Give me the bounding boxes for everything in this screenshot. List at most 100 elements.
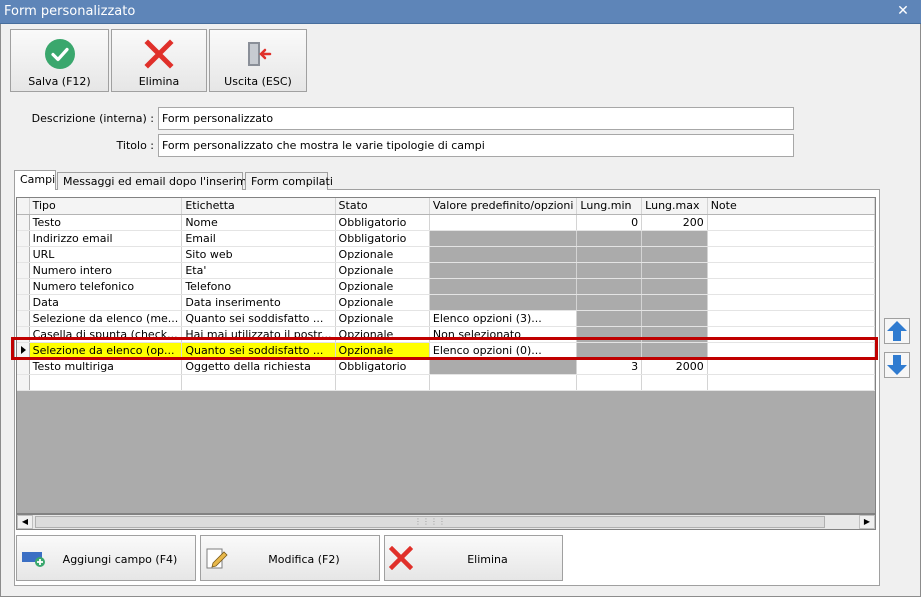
cell-valore[interactable]: Elenco opzioni (0)... xyxy=(429,342,578,359)
column-header[interactable]: Lung.min xyxy=(576,198,643,215)
row-selector[interactable] xyxy=(17,230,30,247)
column-header[interactable]: Lung.max xyxy=(641,198,708,215)
row-selector[interactable] xyxy=(17,310,30,327)
tab-campi[interactable]: Campi xyxy=(14,170,56,190)
table-row-new[interactable] xyxy=(17,374,875,391)
scroll-right-icon[interactable]: ▶ xyxy=(859,515,875,529)
table-row[interactable]: Testo Nome Obbligatorio 0 200 xyxy=(17,214,875,231)
cell-lung-min[interactable] xyxy=(576,374,643,391)
table-row[interactable]: Data Data inserimento Opzionale xyxy=(17,294,875,311)
row-selector[interactable] xyxy=(17,326,30,343)
cell-etichetta[interactable]: Quanto sei soddisfatto ... xyxy=(181,342,336,359)
cell-etichetta[interactable]: Data inserimento xyxy=(181,294,336,311)
column-header[interactable]: Valore predefinito/opzioni xyxy=(429,198,578,215)
cell-tipo[interactable]: Selezione da elenco (me... xyxy=(29,310,183,327)
cell-stato[interactable]: Opzionale xyxy=(335,262,430,279)
cell-valore[interactable] xyxy=(429,214,578,231)
cell-note[interactable] xyxy=(707,342,875,359)
description-field[interactable]: Form personalizzato xyxy=(158,107,794,130)
row-selector[interactable] xyxy=(17,262,30,279)
cell-etichetta[interactable]: Quanto sei soddisfatto ... xyxy=(181,310,336,327)
cell-lung-max[interactable] xyxy=(641,374,708,391)
delete-button[interactable]: Elimina xyxy=(111,29,207,92)
cell-valore[interactable]: Non selezionato xyxy=(429,326,578,343)
cell-etichetta[interactable]: Oggetto della richiesta xyxy=(181,358,336,375)
row-selector[interactable] xyxy=(17,214,30,231)
cell-note[interactable] xyxy=(707,278,875,295)
table-row[interactable]: Testo multiriga Oggetto della richiesta … xyxy=(17,358,875,375)
column-header[interactable]: Stato xyxy=(335,198,430,215)
cell-etichetta[interactable]: Telefono xyxy=(181,278,336,295)
cell-tipo[interactable]: Selezione da elenco (op... xyxy=(29,342,183,359)
save-button[interactable]: Salva (F12) xyxy=(10,29,109,92)
cell-etichetta[interactable]: Eta' xyxy=(181,262,336,279)
cell-tipo[interactable]: Casella di spunta (check... xyxy=(29,326,183,343)
exit-button[interactable]: Uscita (ESC) xyxy=(209,29,307,92)
row-selector[interactable] xyxy=(17,358,30,375)
table-row[interactable]: Casella di spunta (check... Hai mai util… xyxy=(17,326,875,343)
add-field-button[interactable]: Aggiungi campo (F4) xyxy=(16,535,196,581)
scroll-left-icon[interactable]: ◀ xyxy=(17,515,33,529)
row-selector[interactable] xyxy=(17,342,30,359)
cell-note[interactable] xyxy=(707,230,875,247)
row-selector[interactable] xyxy=(17,374,30,391)
cell-etichetta[interactable]: Hai mai utilizzato il postr... xyxy=(181,326,336,343)
table-row[interactable]: Selezione da elenco (me... Quanto sei so… xyxy=(17,310,875,327)
cell-stato[interactable]: Opzionale xyxy=(335,342,430,359)
column-header[interactable]: Etichetta xyxy=(181,198,336,215)
cell-etichetta[interactable]: Sito web xyxy=(181,246,336,263)
row-selector[interactable] xyxy=(17,278,30,295)
cell-stato[interactable]: Opzionale xyxy=(335,310,430,327)
edit-button[interactable]: Modifica (F2) xyxy=(200,535,380,581)
cell-note[interactable] xyxy=(707,326,875,343)
title-field[interactable]: Form personalizzato che mostra le varie … xyxy=(158,134,794,157)
column-header[interactable]: Note xyxy=(707,198,875,215)
table-row[interactable]: Indirizzo email Email Obbligatorio xyxy=(17,230,875,247)
cell-stato[interactable] xyxy=(335,374,430,391)
cell-note[interactable] xyxy=(707,358,875,375)
move-up-button[interactable] xyxy=(884,318,910,344)
cell-tipo[interactable]: URL xyxy=(29,246,183,263)
cell-etichetta[interactable]: Nome xyxy=(181,214,336,231)
cell-stato[interactable]: Opzionale xyxy=(335,326,430,343)
horizontal-scrollbar[interactable]: ◀ ⋮⋮⋮⋮ ▶ xyxy=(16,514,876,530)
cell-valore[interactable]: Elenco opzioni (3)... xyxy=(429,310,578,327)
cell-tipo[interactable]: Data xyxy=(29,294,183,311)
cell-note[interactable] xyxy=(707,310,875,327)
table-row-selected[interactable]: Selezione da elenco (op... Quanto sei so… xyxy=(17,342,875,359)
cell-note[interactable] xyxy=(707,214,875,231)
cell-valore[interactable] xyxy=(429,374,578,391)
column-header[interactable]: Tipo xyxy=(29,198,183,215)
cell-tipo[interactable]: Numero intero xyxy=(29,262,183,279)
cell-stato[interactable]: Opzionale xyxy=(335,246,430,263)
row-selector[interactable] xyxy=(17,294,30,311)
delete-field-button[interactable]: Elimina xyxy=(384,535,563,581)
cell-stato[interactable]: Opzionale xyxy=(335,278,430,295)
cell-note[interactable] xyxy=(707,246,875,263)
cell-tipo[interactable]: Testo multiriga xyxy=(29,358,183,375)
tab-messaggi[interactable]: Messaggi ed email dopo l'inserimento xyxy=(57,172,272,190)
table-row[interactable]: Numero telefonico Telefono Opzionale xyxy=(17,278,875,295)
table-row[interactable]: Numero intero Eta' Opzionale xyxy=(17,262,875,279)
cell-note[interactable] xyxy=(707,374,875,391)
cell-lung-max[interactable]: 200 xyxy=(641,214,708,231)
cell-lung-min[interactable]: 0 xyxy=(576,214,643,231)
cell-tipo[interactable] xyxy=(29,374,183,391)
cell-lung-min[interactable]: 3 xyxy=(576,358,643,375)
cell-tipo[interactable]: Indirizzo email xyxy=(29,230,183,247)
tab-form-compilati[interactable]: Form compilati xyxy=(245,172,333,190)
scrollbar-thumb[interactable]: ⋮⋮⋮⋮ xyxy=(35,516,825,528)
cell-lung-max[interactable]: 2000 xyxy=(641,358,708,375)
cell-stato[interactable]: Obbligatorio xyxy=(335,358,430,375)
cell-etichetta[interactable]: Email xyxy=(181,230,336,247)
cell-stato[interactable]: Obbligatorio xyxy=(335,214,430,231)
row-selector[interactable] xyxy=(17,246,30,263)
table-row[interactable]: URL Sito web Opzionale xyxy=(17,246,875,263)
cell-etichetta[interactable] xyxy=(181,374,336,391)
cell-note[interactable] xyxy=(707,262,875,279)
cell-tipo[interactable]: Numero telefonico xyxy=(29,278,183,295)
cell-stato[interactable]: Opzionale xyxy=(335,294,430,311)
cell-tipo[interactable]: Testo xyxy=(29,214,183,231)
cell-note[interactable] xyxy=(707,294,875,311)
cell-stato[interactable]: Obbligatorio xyxy=(335,230,430,247)
